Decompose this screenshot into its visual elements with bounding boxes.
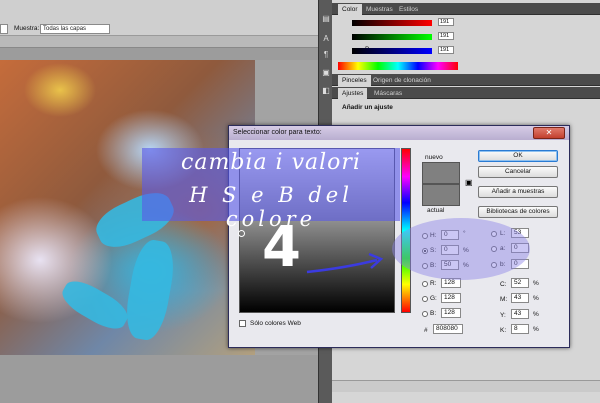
sample-select[interactable]: Todas las capas [40,24,110,34]
history-icon[interactable]: ▤ [321,14,331,24]
color-libraries-button[interactable]: Bibliotecas de colores [478,206,558,218]
blue-label: B: [430,310,437,317]
cyan-field[interactable]: 52 [511,278,529,288]
brush-panel-tabs: Pinceles Origen de clonación [332,74,600,86]
cyan-label: C: [500,281,507,288]
hex-label: # [424,327,428,334]
web-colors-label: Sólo colores Web [250,320,301,327]
tab-styles[interactable]: Estilos [395,4,422,15]
black-field[interactable]: 8 [511,324,529,334]
annotation-highlight [392,218,530,280]
add-to-swatches-button[interactable]: Añadir a muestras [478,186,558,198]
adjust-title: Añadir un ajuste [342,104,393,111]
black-unit: % [533,326,539,333]
annotation-arrow-icon [306,252,384,274]
warning-cube-icon[interactable]: ▣ [465,178,473,187]
new-color-swatch [422,162,460,184]
annotation-line-1: cambia i valori [181,150,361,175]
black-label: K: [500,327,507,334]
tab-clone-source[interactable]: Origen de clonación [369,75,435,86]
adjust-panel-tabs: Ajustes Máscaras [332,87,600,99]
web-colors-checkbox[interactable] [239,320,246,327]
color-ramp[interactable] [338,62,458,70]
green-slider[interactable] [352,34,432,40]
character-icon[interactable]: A [321,34,331,44]
magenta-field[interactable]: 43 [511,293,529,303]
ok-button[interactable]: OK [478,150,558,162]
tab-swatches[interactable]: Muestras [362,4,397,15]
sample-label: Muestra: [14,25,40,32]
cyan-unit: % [533,280,539,287]
red-value[interactable]: 191 [438,18,454,26]
magenta-unit: % [533,295,539,302]
yellow-label: Y: [500,312,506,319]
document-tab-bar [0,36,318,48]
layers-footer [332,380,600,392]
green-label: G: [430,295,437,302]
blue-radio[interactable] [422,311,428,317]
red-slider[interactable] [352,20,432,26]
green-radio[interactable] [422,296,428,302]
tab-adjustments[interactable]: Ajustes [338,88,368,99]
ribbon-shape [57,274,133,336]
blue-value[interactable]: 191 [438,46,454,54]
red-radio[interactable] [422,281,428,287]
blue-field[interactable]: 128 [441,308,461,318]
current-color-swatch[interactable] [422,184,460,206]
ribbon-shape [121,237,179,343]
current-label: actual [427,207,445,214]
image-icon[interactable]: ▣ [321,68,331,78]
hex-field[interactable]: 808080 [433,324,463,334]
dialog-title: Seleccionar color para texto: [229,126,569,140]
options-bar: Muestra: Todas las capas [0,0,318,36]
red-label: R: [430,280,437,287]
green-value[interactable]: 191 [438,32,454,40]
yellow-unit: % [533,311,539,318]
navigator-icon[interactable]: ◧ [321,86,331,96]
paragraph-icon[interactable]: ¶ [321,50,331,60]
tab-brushes[interactable]: Pinceles [338,75,371,86]
blue-slider[interactable] [352,48,432,54]
magenta-label: M: [500,296,508,303]
color-panel-tabs: Color Muestras Estilos [332,3,600,15]
cancel-button[interactable]: Cancelar [478,166,558,178]
color-field-cursor[interactable] [238,230,245,237]
close-icon[interactable]: ✕ [533,127,565,139]
annotation-step-number: 4 [262,215,301,280]
tab-masks[interactable]: Máscaras [370,88,406,99]
new-label: nuevo [425,154,443,161]
tab-color[interactable]: Color [338,4,362,15]
tool-preset-field[interactable] [0,24,8,34]
sample-select-value: Todas las capas [43,26,87,32]
green-field[interactable]: 128 [441,293,461,303]
yellow-field[interactable]: 43 [511,309,529,319]
